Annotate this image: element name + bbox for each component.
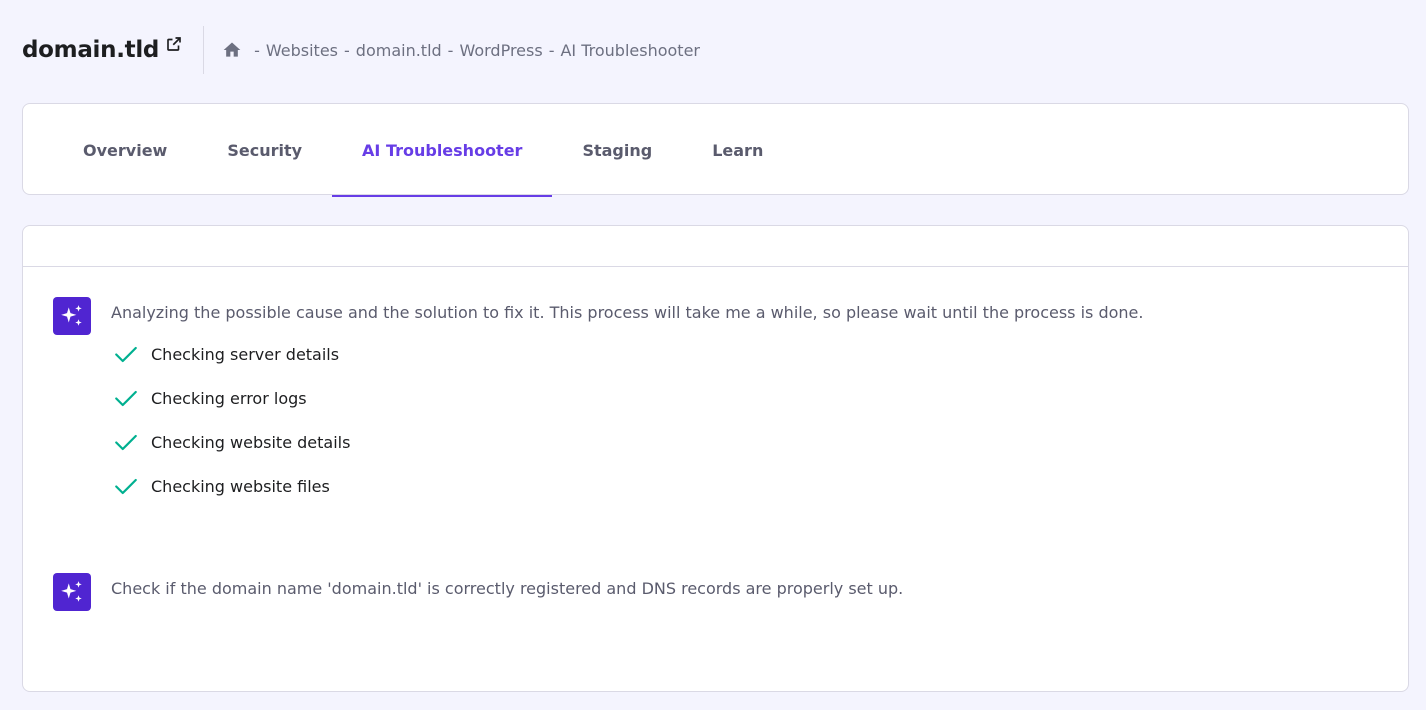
breadcrumb-separator: - (344, 40, 350, 60)
home-icon[interactable] (222, 40, 242, 60)
tab-ai-troubleshooter[interactable]: AI Troubleshooter (332, 104, 553, 197)
check-label: Checking website details (151, 432, 351, 452)
breadcrumb-separator: - (254, 40, 260, 60)
check-list: Checking server details Checking error l… (111, 332, 1143, 508)
list-item: Checking website details (111, 420, 1143, 464)
ai-avatar (53, 573, 91, 611)
external-link-icon[interactable] (165, 35, 183, 53)
result-text: Check if the domain name 'domain.tld' is… (111, 579, 904, 598)
breadcrumb-separator: - (548, 40, 555, 60)
troubleshooter-panel: Analyzing the possible cause and the sol… (22, 225, 1409, 692)
check-label: Checking website files (151, 476, 330, 496)
panel-topbar (23, 226, 1408, 267)
breadcrumb-separator: - (447, 40, 454, 60)
breadcrumb-item-current: AI Troubleshooter (560, 40, 700, 60)
list-item: Checking server details (111, 332, 1143, 376)
list-item: Checking website files (111, 464, 1143, 508)
list-item: Checking error logs (111, 376, 1143, 420)
breadcrumb-item-domain[interactable]: domain.tld (356, 41, 442, 60)
site-title-link[interactable]: domain.tld (22, 37, 183, 63)
tab-bar: Overview Security AI Troubleshooter Stag… (53, 104, 793, 197)
analysis-text: Analyzing the possible cause and the sol… (111, 303, 1144, 322)
page-header: domain.tld - Websites - domain.tld - Wor… (22, 26, 700, 74)
tab-staging[interactable]: Staging (552, 104, 682, 196)
analysis-message: Analyzing the possible cause and the sol… (53, 297, 1143, 508)
breadcrumb-item-websites[interactable]: Websites (266, 41, 338, 60)
sparkles-icon (61, 581, 82, 602)
sparkles-icon (61, 305, 82, 326)
site-title[interactable]: domain.tld (22, 37, 159, 63)
checkmark-icon (115, 434, 137, 451)
tab-overview[interactable]: Overview (53, 104, 197, 196)
check-label: Checking error logs (151, 388, 307, 408)
breadcrumb: - Websites - domain.tld - WordPress - AI… (222, 40, 700, 60)
tabs-card: Overview Security AI Troubleshooter Stag… (22, 103, 1409, 197)
tab-security[interactable]: Security (197, 104, 332, 196)
checkmark-icon (115, 346, 137, 363)
check-label: Checking server details (151, 344, 340, 364)
breadcrumb-item-wordpress[interactable]: WordPress (459, 41, 542, 60)
checkmark-icon (115, 478, 137, 495)
ai-avatar (53, 297, 91, 335)
header-divider (203, 26, 205, 74)
tab-learn[interactable]: Learn (682, 104, 793, 196)
checkmark-icon (115, 390, 137, 407)
result-message: Check if the domain name 'domain.tld' is… (53, 573, 903, 611)
